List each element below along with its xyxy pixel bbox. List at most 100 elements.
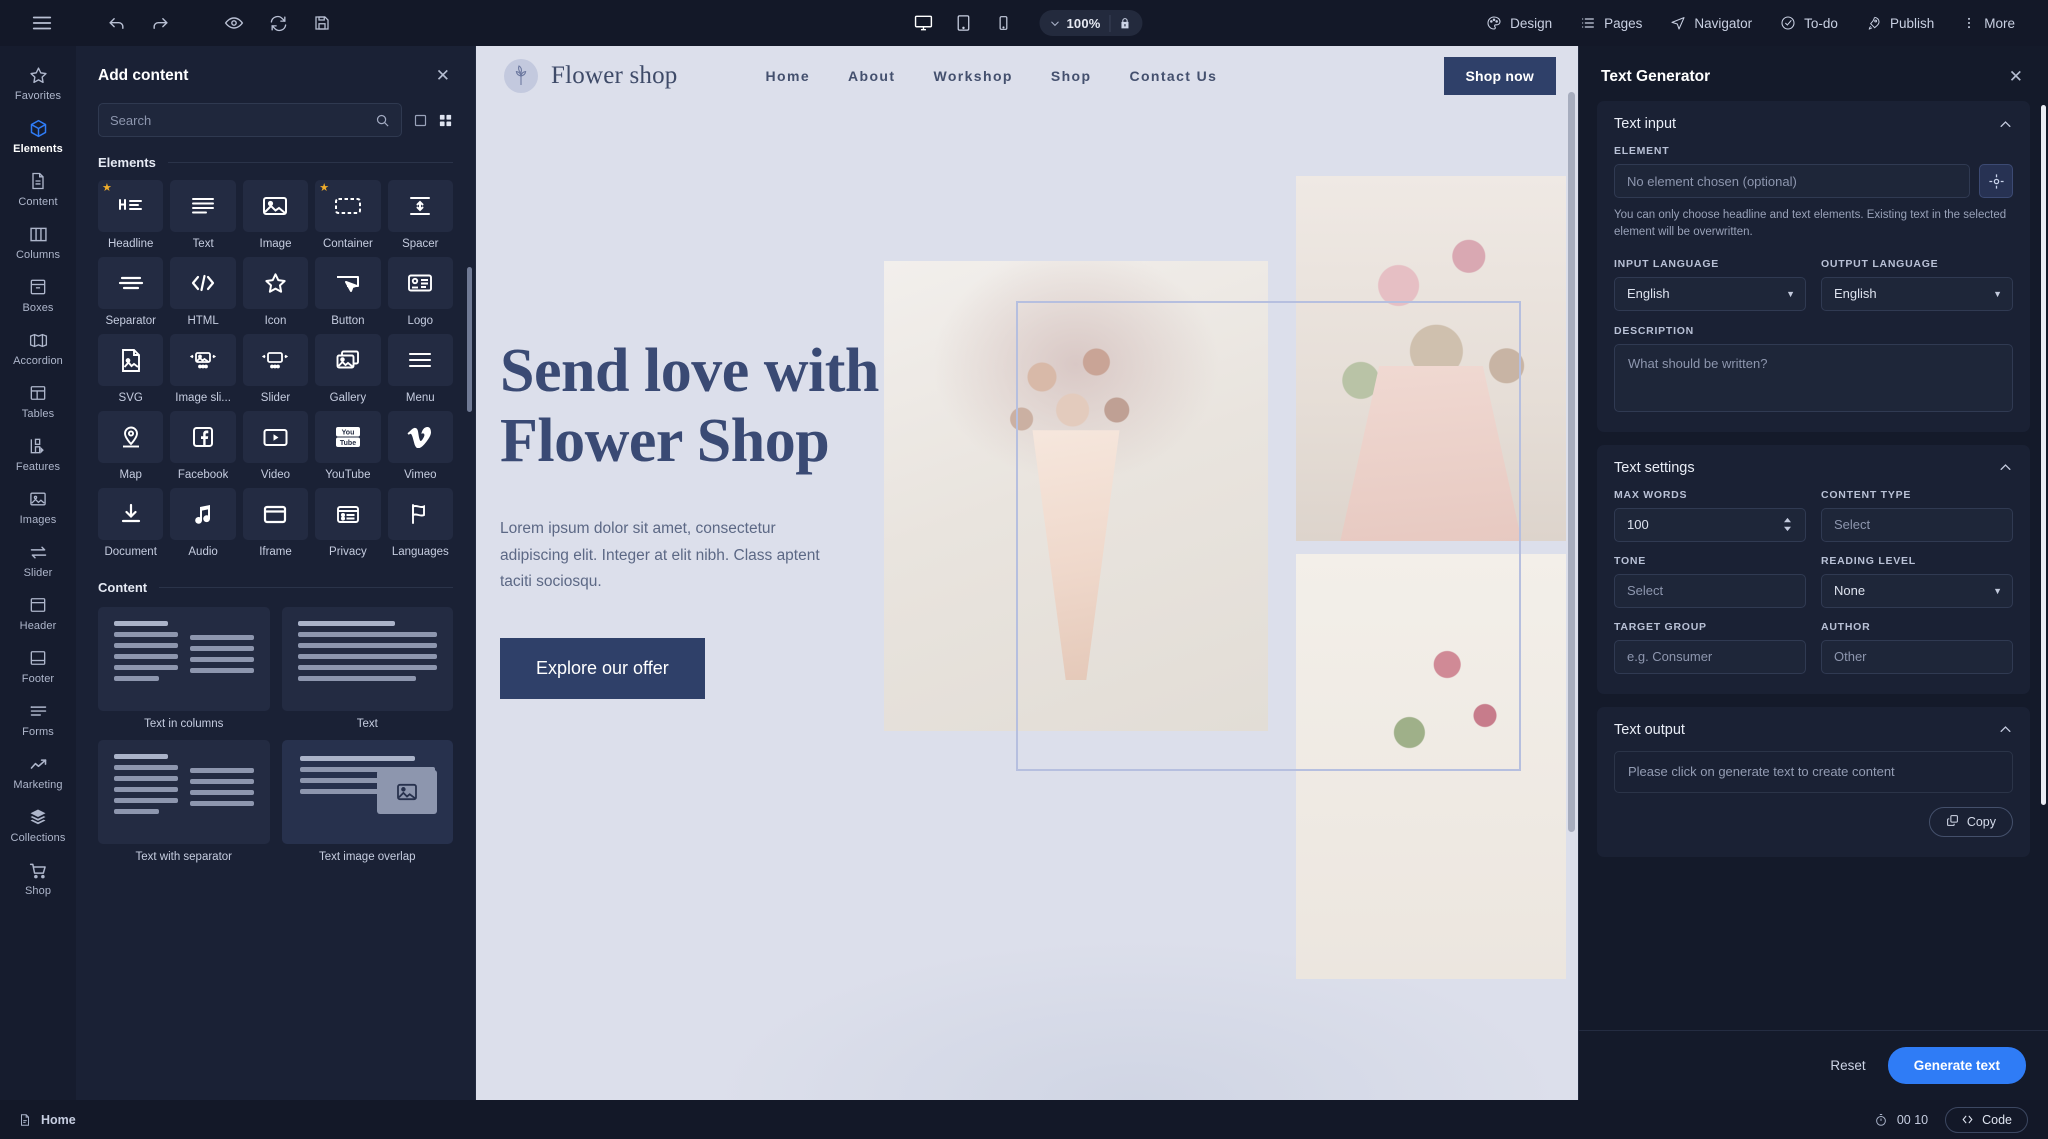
content-tile-text-image-overlap[interactable]: Text image overlap xyxy=(281,740,453,863)
text-generator-scrollbar[interactable] xyxy=(2041,105,2046,805)
element-tile-icon[interactable]: Icon xyxy=(242,257,309,327)
save-disk-icon[interactable] xyxy=(302,6,342,40)
element-input[interactable]: No element chosen (optional) xyxy=(1614,164,1970,198)
element-tile-svg[interactable]: SVG xyxy=(98,334,164,404)
element-tile-image-slider[interactable]: Image sli... xyxy=(170,334,236,404)
add-content-scroll-area[interactable]: Elements ★ Headline Text Image ★ Contain… xyxy=(76,149,475,1100)
nav-link-about[interactable]: About xyxy=(848,68,895,84)
author-input[interactable]: Other xyxy=(1821,639,2013,674)
element-tile-languages[interactable]: Languages xyxy=(387,488,453,558)
toolbar-todo-button[interactable]: To-do xyxy=(1767,9,1851,37)
shop-now-button[interactable]: Shop now xyxy=(1443,57,1556,95)
nav-link-contact-us[interactable]: Contact Us xyxy=(1129,68,1217,84)
tone-select[interactable]: Select xyxy=(1614,573,1806,608)
add-content-scrollbar[interactable] xyxy=(467,267,472,412)
explore-offer-button[interactable]: Explore our offer xyxy=(500,638,705,700)
text-settings-card-header[interactable]: Text settings xyxy=(1614,460,2013,489)
sidebar-item-forms[interactable]: Forms xyxy=(0,692,76,745)
text-output-card-header[interactable]: Text output xyxy=(1614,722,2013,751)
search-box[interactable] xyxy=(98,103,402,137)
hero-paragraph[interactable]: Lorem ipsum dolor sit amet, consectetur … xyxy=(500,516,845,596)
zoom-control[interactable]: 100% xyxy=(1039,10,1143,36)
description-textarea[interactable]: What should be written? xyxy=(1614,343,2013,412)
eye-icon[interactable] xyxy=(214,6,254,40)
element-tile-spacer[interactable]: Spacer xyxy=(387,180,453,250)
toolbar-navigator-button[interactable]: Navigator xyxy=(1657,9,1765,37)
element-tile-video[interactable]: Video xyxy=(242,411,309,481)
element-tile-container[interactable]: ★ Container xyxy=(315,180,381,250)
output-language-select[interactable]: English ▼ xyxy=(1821,276,2013,311)
search-input[interactable] xyxy=(110,112,375,128)
toolbar-pages-button[interactable]: Pages xyxy=(1567,9,1655,37)
nav-link-shop[interactable]: Shop xyxy=(1051,68,1092,84)
sidebar-item-boxes[interactable]: Boxes xyxy=(0,268,76,321)
tablet-icon[interactable] xyxy=(945,7,981,39)
element-tile-separator[interactable]: Separator xyxy=(98,257,164,327)
content-tile-text[interactable]: Text xyxy=(281,607,453,730)
sidebar-item-collections[interactable]: Collections xyxy=(0,798,76,851)
content-tile-text-in-columns[interactable]: Text in columns xyxy=(98,607,270,730)
hamburger-icon[interactable] xyxy=(22,6,62,40)
close-icon[interactable]: ✕ xyxy=(2006,65,2026,88)
sidebar-item-tables[interactable]: Tables xyxy=(0,374,76,427)
lock-icon[interactable] xyxy=(1111,17,1139,30)
toolbar-design-button[interactable]: Design xyxy=(1473,9,1565,37)
element-tile-logo[interactable]: Logo xyxy=(387,257,453,327)
generate-text-button[interactable]: Generate text xyxy=(1887,1047,2026,1084)
grid-view-icon[interactable] xyxy=(438,113,453,128)
element-tile-html[interactable]: HTML xyxy=(170,257,236,327)
toolbar-more-button[interactable]: More xyxy=(1949,9,2028,37)
status-page-indicator[interactable]: Home xyxy=(18,1113,76,1127)
chevron-up-icon[interactable] xyxy=(1998,722,2013,737)
sidebar-item-header[interactable]: Header xyxy=(0,586,76,639)
site-brand[interactable]: Flower shop xyxy=(504,59,678,93)
element-tile-text[interactable]: Text xyxy=(170,180,236,250)
element-tile-vimeo[interactable]: Vimeo xyxy=(387,411,453,481)
element-tile-button[interactable]: Button xyxy=(315,257,381,327)
sidebar-item-columns[interactable]: Columns xyxy=(0,215,76,268)
sidebar-item-accordion[interactable]: Accordion xyxy=(0,321,76,374)
sidebar-item-elements[interactable]: Elements xyxy=(0,109,76,162)
element-tile-slider[interactable]: Slider xyxy=(242,334,309,404)
canvas-scrollbar[interactable] xyxy=(1568,92,1575,832)
chevron-up-icon[interactable] xyxy=(1998,117,2013,132)
text-input-card-header[interactable]: Text input xyxy=(1614,116,2013,145)
mobile-phone-icon[interactable] xyxy=(985,7,1021,39)
chevron-up-icon[interactable] xyxy=(1998,460,2013,475)
element-tile-youtube[interactable]: You Tube YouTube xyxy=(315,411,381,481)
sidebar-item-marketing[interactable]: Marketing xyxy=(0,745,76,798)
refresh-icon[interactable] xyxy=(258,6,298,40)
toolbar-publish-button[interactable]: Publish xyxy=(1853,9,1947,37)
number-stepper-icon[interactable] xyxy=(1782,517,1793,532)
content-type-select[interactable]: Select xyxy=(1821,507,2013,542)
redo-arrow-icon[interactable] xyxy=(140,6,180,40)
hero-heading[interactable]: Send love with Flower Shop xyxy=(500,336,1020,476)
max-words-input[interactable]: 100 xyxy=(1614,507,1806,542)
desktop-monitor-icon[interactable] xyxy=(905,7,941,39)
sidebar-item-content[interactable]: Content xyxy=(0,162,76,215)
reset-button[interactable]: Reset xyxy=(1830,1058,1865,1073)
element-tile-headline[interactable]: ★ Headline xyxy=(98,180,164,250)
element-tile-menu[interactable]: Menu xyxy=(387,334,453,404)
nav-link-workshop[interactable]: Workshop xyxy=(933,68,1012,84)
element-tile-privacy[interactable]: Privacy xyxy=(315,488,381,558)
undo-arrow-icon[interactable] xyxy=(96,6,136,40)
element-tile-facebook[interactable]: Facebook xyxy=(170,411,236,481)
text-output-box[interactable]: Please click on generate text to create … xyxy=(1614,750,2013,793)
close-icon[interactable]: ✕ xyxy=(433,64,453,87)
element-tile-document[interactable]: Document xyxy=(98,488,164,558)
element-tile-iframe[interactable]: Iframe xyxy=(242,488,309,558)
element-tile-audio[interactable]: Audio xyxy=(170,488,236,558)
text-generator-scroll-area[interactable]: Text input ELEMENT No element chosen (op… xyxy=(1579,101,2048,1030)
nav-link-home[interactable]: Home xyxy=(766,68,811,84)
content-tile-text-with-separator[interactable]: Text with separator xyxy=(98,740,270,863)
crosshair-target-icon[interactable] xyxy=(1979,164,2013,198)
element-tile-image[interactable]: Image xyxy=(242,180,309,250)
input-language-select[interactable]: English ▼ xyxy=(1614,276,1806,311)
element-tile-gallery[interactable]: Gallery xyxy=(315,334,381,404)
target-group-input[interactable]: e.g. Consumer xyxy=(1614,639,1806,674)
code-button[interactable]: Code xyxy=(1945,1106,2028,1133)
website-preview[interactable]: Flower shop Home About Workshop Shop Con… xyxy=(476,46,1578,1100)
sidebar-item-shop[interactable]: Shop xyxy=(0,851,76,904)
sidebar-item-footer[interactable]: Footer xyxy=(0,639,76,692)
